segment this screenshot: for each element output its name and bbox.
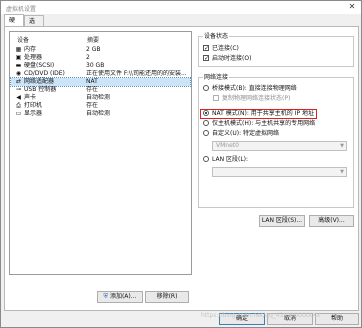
radio-icon bbox=[203, 156, 209, 162]
disk-icon: ▬ bbox=[15, 62, 22, 69]
tab-options[interactable]: 选项 bbox=[24, 15, 44, 36]
network-connection-legend: 网络连接 bbox=[203, 74, 230, 81]
device-summary: 存在 bbox=[86, 86, 99, 93]
device-name: CD/DVD (IDE) bbox=[24, 70, 65, 77]
custom-network-value: VMnet0 bbox=[216, 142, 239, 149]
device-row[interactable]: ⇄ 网络适配器 NAT bbox=[10, 77, 191, 87]
tab-content: 设备 摘要 ▦ 内存 2 GB ▣ 处理器 2 ▬ 硬盘(SCSI) 30 GB ◉ CD/DVD … bbox=[4, 26, 359, 311]
device-name: 处理器 bbox=[24, 54, 43, 61]
custom-label: 自定义(U): 特定虚拟网络 bbox=[212, 130, 280, 137]
cd-icon: ◉ bbox=[15, 70, 22, 77]
printer-icon: ⎙ bbox=[16, 102, 21, 109]
custom-network-select[interactable]: VMnet0 ▼ bbox=[212, 141, 347, 151]
device-row[interactable]: ▦ 内存 2 GB bbox=[11, 46, 190, 54]
lan-segment-label: LAN 区段(L): bbox=[212, 156, 249, 163]
device-summary: 正在使用文件 F:\\司能还用的的安装... bbox=[86, 70, 187, 77]
replicate-state-label: 复制物理网络连接状态(P) bbox=[222, 95, 291, 102]
lan-segments-button[interactable]: LAN 区段(S)... bbox=[259, 215, 305, 227]
device-row[interactable]: ⎙ 打印机 存在 bbox=[11, 102, 190, 110]
device-summary: 2 bbox=[86, 54, 90, 61]
connected-label: 已连接(C) bbox=[212, 45, 239, 52]
sound-icon: ◀ bbox=[16, 94, 21, 101]
chevron-down-icon: ▼ bbox=[340, 169, 344, 175]
check-icon: ✓ bbox=[203, 45, 210, 52]
bridged-label: 桥接模式(B): 直接连接物理网络 bbox=[212, 85, 297, 92]
device-row[interactable]: ▣ 处理器 2 bbox=[11, 54, 190, 62]
device-row[interactable]: ◉ CD/DVD (IDE) 正在使用文件 F:\\司能还用的的安装... bbox=[11, 70, 190, 78]
close-icon[interactable]: ✕ bbox=[347, 2, 357, 12]
window-title: 虚拟机设置 bbox=[6, 6, 37, 13]
device-status-group: 设备状态 ✓ 已连接(C) ✓ 启动时连接(O) bbox=[198, 33, 354, 67]
device-name: 声卡 bbox=[24, 94, 37, 101]
settings-window: 虚拟机设置 ✕ 硬件 选项 设备 摘要 ▦内存2 GB▣处理器2▬硬盘(SCSI… bbox=[0, 0, 362, 328]
cpu-icon: ▣ bbox=[15, 54, 22, 61]
network-connection-group: 网络连接 桥接模式(B): 直接连接物理网络 复制物理网络连接状态(P) NAT… bbox=[198, 74, 354, 208]
add-device-button[interactable]: ⛨ 添加(A)... bbox=[97, 291, 143, 303]
check-icon: ✓ bbox=[203, 55, 210, 62]
add-device-label: 添加(A)... bbox=[109, 293, 137, 300]
device-name: 网络适配器 bbox=[24, 78, 55, 85]
device-row[interactable]: ▬ 硬盘(SCSI) 30 GB bbox=[11, 62, 190, 70]
device-summary: 30 GB bbox=[86, 62, 105, 69]
device-summary: 自动检测 bbox=[86, 94, 111, 101]
radio-icon bbox=[203, 130, 209, 136]
advanced-button[interactable]: 高级(V)... bbox=[309, 215, 354, 227]
usb-icon: ⊸ bbox=[15, 86, 22, 93]
device-row[interactable]: ▭ 显示器 自动检测 bbox=[11, 110, 190, 118]
shield-icon: ⛨ bbox=[103, 293, 109, 300]
lan-segment-select[interactable]: ▼ bbox=[212, 167, 347, 177]
device-row[interactable]: ⊸ USB 控制器 存在 bbox=[11, 86, 190, 94]
host-only-label: 仅主机模式(H): 与主机共享的专用网络 bbox=[212, 120, 316, 127]
column-header-device: 设备 bbox=[17, 37, 30, 44]
title-bar: 虚拟机设置 ✕ bbox=[1, 1, 361, 14]
device-name: 打印机 bbox=[24, 102, 43, 109]
display-icon: ▭ bbox=[15, 110, 22, 117]
device-name: USB 控制器 bbox=[24, 86, 57, 93]
memory-icon: ▦ bbox=[15, 46, 22, 53]
connect-on-power-label: 启动时连接(O) bbox=[212, 55, 252, 62]
device-summary: 自动检测 bbox=[86, 110, 111, 117]
device-name: 显示器 bbox=[24, 110, 43, 117]
device-name: 内存 bbox=[24, 46, 37, 53]
help-button[interactable]: 帮助 bbox=[315, 313, 359, 325]
device-list[interactable]: 设备 摘要 ▦ 内存 2 GB ▣ 处理器 2 ▬ 硬盘(SCSI) 30 GB ◉ CD/DVD … bbox=[9, 31, 192, 275]
radio-icon bbox=[203, 85, 209, 91]
device-summary: 2 GB bbox=[86, 46, 101, 53]
radio-icon bbox=[203, 120, 209, 126]
nat-highlight-box bbox=[200, 109, 317, 119]
device-summary: NAT bbox=[86, 78, 98, 85]
tab-hardware[interactable]: 硬件 bbox=[4, 14, 24, 35]
network-icon: ⇄ bbox=[15, 78, 22, 85]
remove-device-button[interactable]: 移除(R) bbox=[145, 291, 189, 303]
column-header-summary: 摘要 bbox=[87, 37, 100, 44]
chevron-down-icon: ▼ bbox=[340, 143, 344, 149]
device-summary: 存在 bbox=[86, 102, 99, 109]
watermark: https://blog.csdn.net/qq_43XXXXXXXXX bbox=[201, 312, 321, 319]
checkbox-icon bbox=[213, 95, 219, 101]
device-name: 硬盘(SCSI) bbox=[24, 62, 55, 69]
device-row[interactable]: ◀ 声卡 自动检测 bbox=[11, 94, 190, 102]
device-status-legend: 设备状态 bbox=[203, 33, 230, 40]
